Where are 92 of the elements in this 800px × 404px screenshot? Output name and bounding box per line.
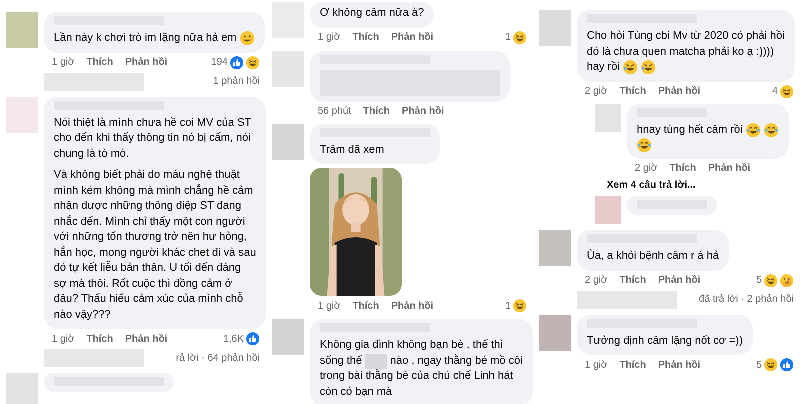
reply-link[interactable]: Phản hồi — [391, 300, 434, 312]
reply-link[interactable]: Phản hồi — [708, 162, 751, 175]
comment-time: 1 giờ — [52, 332, 75, 346]
laughing-reaction-icon — [513, 30, 527, 44]
avatar[interactable] — [272, 319, 304, 355]
avatar[interactable] — [539, 314, 571, 350]
comment-text: Ơ không câm nữa à? — [320, 6, 424, 21]
replies-link[interactable]: rả lời · 64 phản hồi — [176, 352, 260, 364]
comment-time: 2 giờ — [635, 162, 658, 175]
avatar[interactable] — [6, 373, 38, 404]
like-reaction-icon — [246, 332, 260, 346]
avatar[interactable] — [539, 230, 571, 266]
reply-link[interactable]: Phản hồi — [125, 56, 168, 69]
hug-reaction-icon — [780, 274, 794, 288]
comment-text: Tưởng định câm lặng nốt cơ =)) — [587, 334, 743, 348]
comment-text: nhắc đến. Mình chỉ thấy một con người — [54, 214, 246, 230]
avatar[interactable] — [595, 196, 621, 224]
comment-text: đó là chưa quen matcha phải ko ạ :)))) — [587, 44, 774, 60]
like-reaction-icon — [780, 358, 794, 372]
comment-text: với những tổn thương trở nên hư hỏng, — [54, 230, 247, 245]
comment-text: hnay tùng hết câm rồi — [637, 122, 743, 138]
laughing-emoji-icon — [623, 60, 638, 76]
tears-of-joy-icon — [764, 122, 779, 138]
comment-text: đó tự kết liễu bản thân. U tối đến đáng — [54, 261, 242, 276]
comment-text: đâu? Thấu hiểu cảm xúc của mình chỗ — [54, 292, 244, 307]
like-link[interactable]: Thích — [670, 162, 696, 175]
comment-text: Và không biết phải do máu nghệ thuật — [54, 168, 240, 183]
laughing-reaction-icon — [780, 84, 794, 98]
laughing-reaction-icon — [764, 358, 778, 372]
comment-text: còn có bạn mà — [320, 384, 392, 400]
avatar[interactable] — [272, 124, 304, 160]
replies-link[interactable]: 1 phản hồi — [213, 76, 260, 87]
avatar[interactable] — [272, 50, 304, 86]
reaction-count: 1 — [505, 300, 511, 312]
comment-text: hắn học, mong người khác chet đi và sau — [54, 246, 256, 260]
avatar[interactable] — [6, 96, 38, 132]
comment-text: nhận được những thông điệp ST đang — [54, 199, 242, 214]
reply-link[interactable]: Phản hồi — [391, 31, 434, 44]
like-link[interactable]: Thích — [620, 358, 646, 372]
comment-text: Lần này k chơi trò im lặng nữa hả em — [54, 31, 237, 46]
comment-time: 1 giờ — [318, 300, 341, 312]
comment-text: Ùa, a khỏi bệnh câm r á hả — [587, 249, 720, 264]
comment-time: 1 giờ — [318, 31, 341, 44]
like-link[interactable]: Thích — [86, 56, 114, 69]
like-reaction-icon — [230, 56, 244, 70]
reaction-count: 1,6K — [223, 332, 244, 346]
comment-text: trong bài thằng bé của chú chế Linh hát — [320, 369, 514, 384]
comment-time: 1 giờ — [52, 56, 75, 69]
comment-time: 2 giờ — [585, 274, 608, 287]
like-link[interactable]: Thích — [620, 274, 646, 287]
comment-text: sống thế — [320, 354, 362, 368]
like-link[interactable]: Thích — [352, 31, 380, 44]
comment-text: cho đến khi thấy thông tin nó bị cấm, nói — [54, 131, 251, 146]
avatar[interactable] — [595, 104, 621, 132]
tears-of-joy-icon — [746, 122, 761, 138]
tears-of-joy-icon — [637, 138, 652, 153]
laughing-reaction-icon — [513, 299, 527, 313]
laughing-reaction-icon — [764, 274, 778, 288]
avatar[interactable] — [539, 10, 571, 46]
grin-emoji-icon — [240, 31, 255, 46]
comment-text: Không gia đình không bạn bè , thế thì — [320, 338, 504, 353]
view-replies-link[interactable]: Xem 4 câu trả lời... — [595, 180, 794, 191]
comment-text: Nói thiệt là mình chưa hề coi MV của ST — [54, 116, 252, 130]
comment-time: 2 giờ — [585, 85, 608, 98]
comment-text: hay rồi — [587, 60, 620, 75]
comment-text: sợ mà thôi. Rốt cuộc thì đồng cảm ở — [54, 276, 232, 292]
comment-text: mình kém không mà mình chẳng hề cảm — [54, 184, 254, 198]
reaction-count: 5 — [756, 274, 762, 287]
comment-text: Cho hỏi Tùng cbi Mv từ 2020 có phải hồi — [587, 29, 785, 44]
comment-text: chung là tò mò. — [54, 146, 130, 162]
comment-text: nào , ngay thằng bé mồ côi — [390, 354, 523, 368]
reply-link[interactable]: Phản hồi — [125, 332, 168, 346]
reaction-count: 5 — [756, 358, 762, 372]
comment-time: 1 giờ — [585, 358, 608, 372]
reply-link[interactable]: Phản hồi — [658, 85, 701, 98]
laughing-reaction-icon — [246, 56, 260, 70]
comment-text: Trâm đã xem — [320, 142, 384, 158]
reply-link[interactable]: Phản hồi — [402, 104, 444, 118]
reply-link[interactable]: Phản hồi — [658, 358, 701, 372]
like-link[interactable]: Thích — [620, 85, 646, 98]
comment-time: 56 phút — [318, 104, 352, 118]
reaction-count: 1 — [505, 31, 511, 44]
like-link[interactable]: Thích — [86, 332, 114, 346]
reply-link[interactable]: Phản hồi — [658, 274, 701, 287]
like-link[interactable]: Thích — [363, 104, 390, 118]
avatar[interactable] — [6, 12, 38, 48]
laughing-emoji-icon — [641, 60, 656, 76]
reaction-count: 4 — [772, 85, 778, 98]
reaction-count: 194 — [211, 56, 228, 69]
like-link[interactable]: Thích — [352, 300, 380, 312]
replies-link[interactable]: đã trả lời · 2 phản hồi — [699, 294, 794, 305]
comment-text: nào vậy??? — [54, 308, 111, 322]
